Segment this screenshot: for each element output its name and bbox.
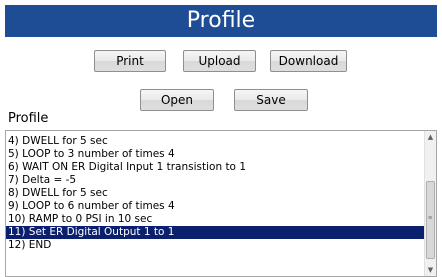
list-item[interactable]: 6) WAIT ON ER Digital Input 1 transistio… [6,161,426,174]
profile-step-listbox[interactable]: 4) DWELL for 5 sec 5) LOOP to 3 number of… [5,130,437,277]
print-button[interactable]: Print [94,50,166,72]
list-item[interactable]: 5) LOOP to 3 number of times 4 [6,148,426,161]
save-button[interactable]: Save [234,89,308,111]
scroll-down-arrow-icon[interactable]: ▼ [425,264,436,276]
profile-section-label: Profile [8,111,49,126]
thumb-grip-icon: ≡ [428,215,433,222]
list-item[interactable]: 7) Delta = -5 [6,174,426,187]
profile-step-list: 4) DWELL for 5 sec 5) LOOP to 3 number of… [6,135,426,252]
list-item[interactable]: 4) DWELL for 5 sec [6,135,426,148]
vertical-scrollbar[interactable]: ▲ ≡ ▼ [424,131,436,276]
download-button[interactable]: Download [270,50,347,72]
scroll-up-arrow-icon[interactable]: ▲ [425,131,436,143]
list-item[interactable]: 8) DWELL for 5 sec [6,187,426,200]
list-item[interactable]: 11) Set ER Digital Output 1 to 1 [6,226,426,239]
open-button[interactable]: Open [140,89,214,111]
scroll-thumb[interactable]: ≡ [426,181,435,259]
profile-panel: Profile Print Upload Download Open Save … [0,0,442,277]
list-item[interactable]: 10) RAMP to 0 PSI in 10 sec [6,213,426,226]
list-item[interactable]: 9) LOOP to 6 number of times 4 [6,200,426,213]
upload-button[interactable]: Upload [183,50,256,72]
page-title: Profile [5,5,437,37]
list-item[interactable]: 12) END [6,239,426,252]
